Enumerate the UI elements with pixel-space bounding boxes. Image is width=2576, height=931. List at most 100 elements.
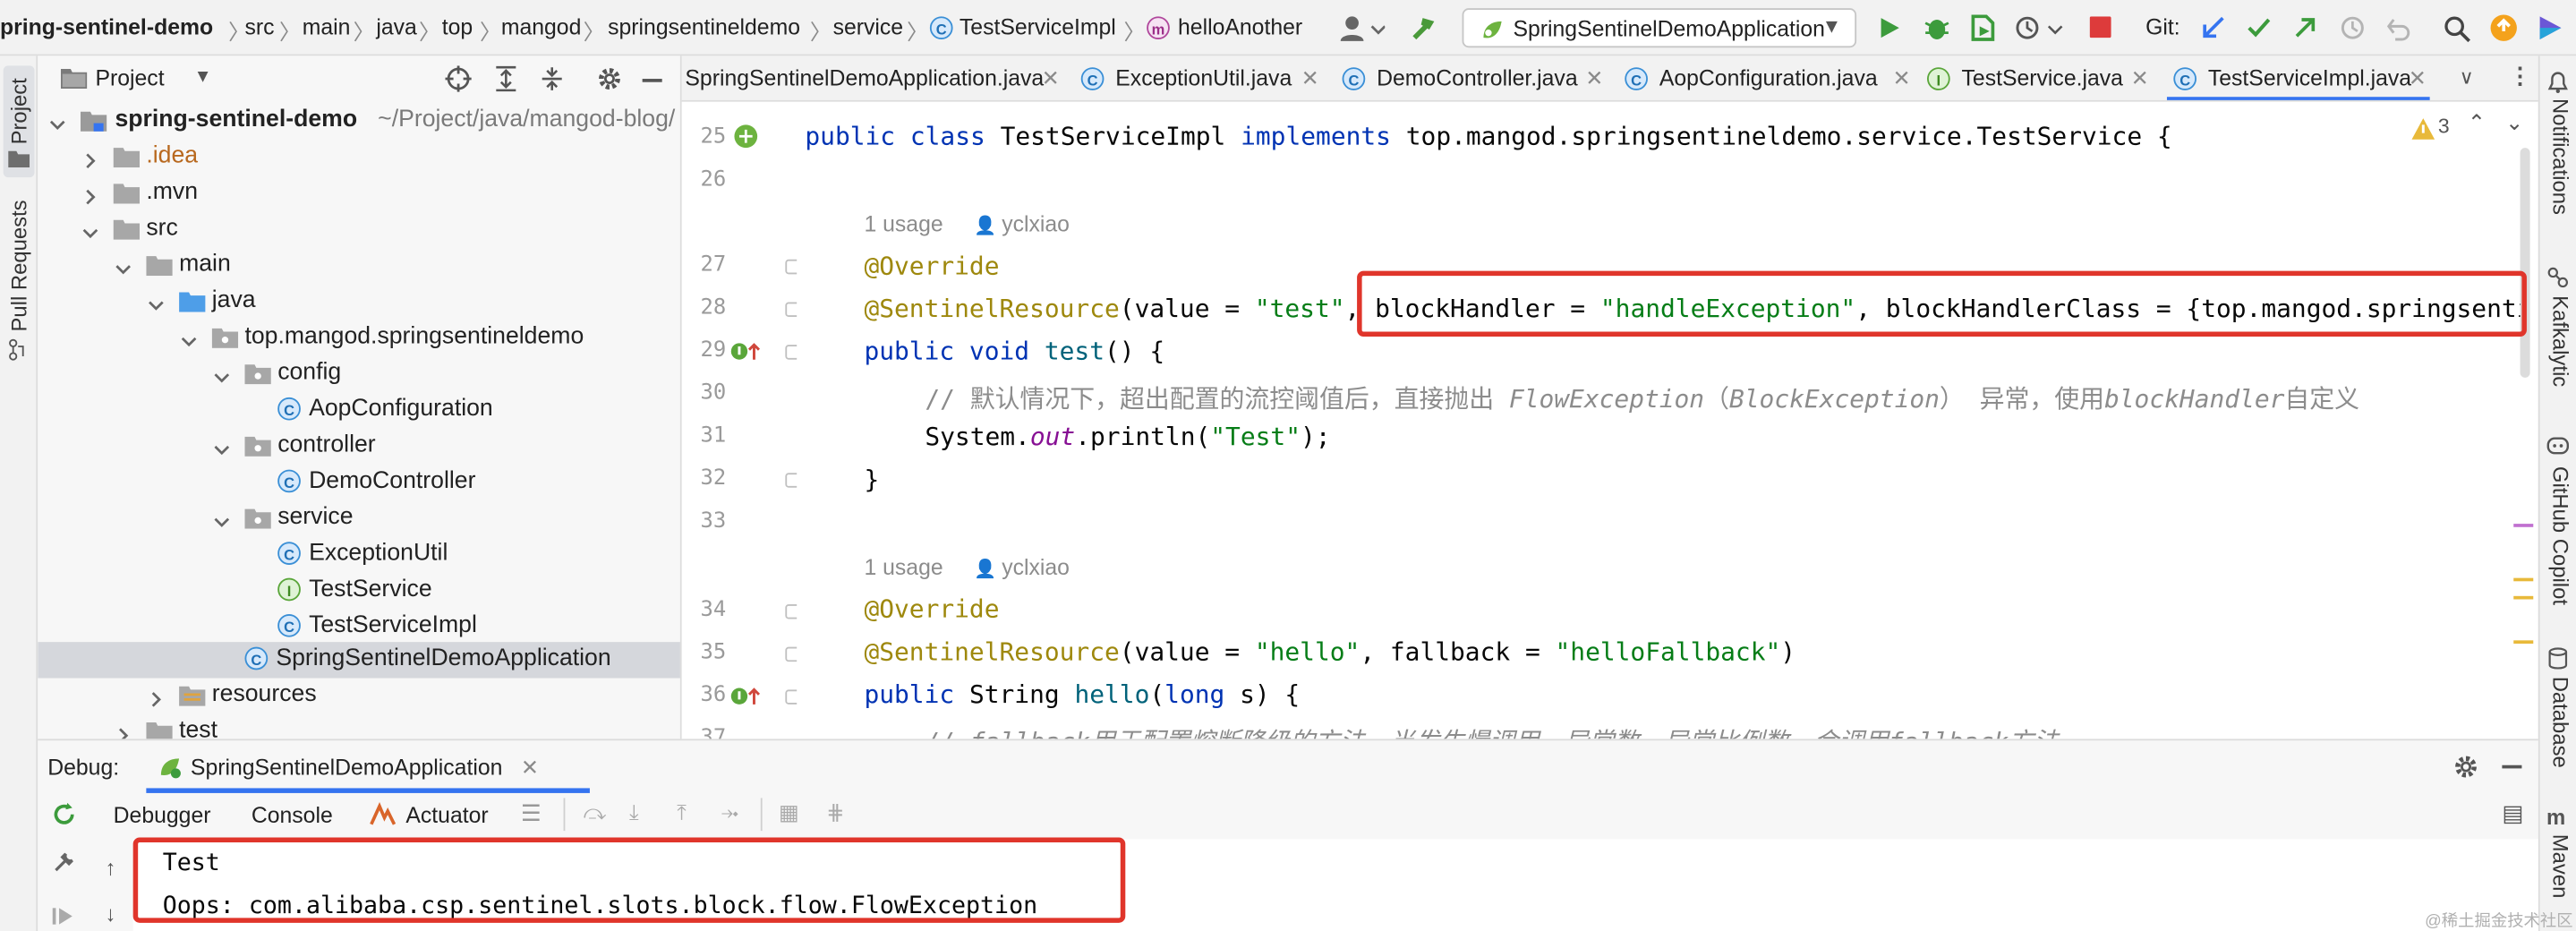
vertical-scrollbar[interactable] [2520, 148, 2530, 378]
tree-item-test[interactable]: test [38, 714, 680, 739]
warning-icon[interactable] [2411, 118, 2435, 140]
tree-item-exceptionutil[interactable]: C ExceptionUtil [38, 537, 680, 573]
code-editor[interactable]: public class TestServiceImpl implements … [797, 101, 2538, 739]
collapse-all-icon[interactable] [539, 65, 565, 91]
kafka-icon[interactable] [2546, 266, 2570, 289]
tree-item-main[interactable]: main [38, 248, 680, 284]
wrench-icon[interactable] [51, 849, 77, 875]
warning-stripe-marker[interactable] [2513, 640, 2534, 645]
more-options-icon[interactable]: ⋮ [2509, 63, 2532, 90]
gear-icon[interactable] [596, 65, 622, 91]
tree-item-democontroller[interactable]: C DemoController [38, 465, 680, 500]
ai-assistant-icon[interactable] [2535, 13, 2564, 43]
warning-stripe-marker[interactable] [2513, 595, 2534, 600]
tree-item-idea[interactable]: .idea [38, 140, 680, 175]
breadcrumb-java[interactable]: java [376, 15, 416, 40]
rollback-icon[interactable] [2385, 15, 2411, 41]
tree-item-mvn[interactable]: .mvn [38, 175, 680, 211]
breadcrumb-mangod[interactable]: mangod [501, 15, 582, 40]
close-icon[interactable]: ✕ [1585, 65, 1603, 91]
tree-item-springsentineldemoapplication[interactable]: C SpringSentinelDemoApplication [38, 642, 680, 679]
author-hint[interactable]: 👤 yclxiao [974, 212, 1070, 237]
database-tool-label[interactable]: Database [2548, 677, 2573, 768]
project-tool-label[interactable]: Project [6, 78, 31, 144]
scroll-down-icon[interactable]: ↓ [105, 901, 115, 927]
tree-item-aopconfiguration[interactable]: C AopConfiguration [38, 392, 680, 428]
run-to-cursor-icon[interactable]: ⤞ [721, 799, 738, 825]
chevron-down-icon[interactable] [49, 114, 65, 131]
tree-item-config[interactable]: config [38, 356, 680, 392]
breadcrumb-method[interactable]: helloAnother [1178, 15, 1302, 40]
tab-console[interactable]: Console [252, 803, 333, 828]
expand-all-icon[interactable] [493, 65, 519, 92]
rerun-icon[interactable] [51, 801, 77, 827]
history-icon[interactable] [2340, 15, 2366, 41]
step-over-icon[interactable]: ⤼ [584, 799, 607, 825]
warning-stripe-marker[interactable] [2513, 577, 2534, 582]
minimize-icon[interactable] [2502, 764, 2522, 768]
tab-democontroller[interactable]: C DemoController.java ✕ [1342, 56, 1608, 100]
breadcrumb-service[interactable]: service [833, 15, 903, 40]
tab-aopconfiguration[interactable]: C AopConfiguration.java ✕ [1625, 56, 1917, 100]
notifications-tool-label[interactable]: Notifications [2548, 98, 2573, 215]
tab-springsentineldemoapplication[interactable]: SpringSentinelDemoApplication.java ✕ [685, 56, 1066, 100]
tab-debugger[interactable]: Debugger [114, 803, 211, 828]
chevron-right-icon[interactable] [82, 149, 98, 169]
tree-item-project-root[interactable]: spring-sentinel-demo ~/Project/java/mang… [38, 104, 680, 140]
database-icon[interactable] [2546, 647, 2570, 670]
project-panel-title[interactable]: Project [95, 65, 164, 90]
debug-session-tab[interactable]: SpringSentinelDemoApplication ✕ [146, 740, 590, 793]
tree-item-testserviceimpl[interactable]: C TestServiceImpl [38, 609, 680, 645]
github-copilot-tool-label[interactable]: GitHub Copilot [2548, 466, 2573, 605]
resume-icon[interactable] [51, 905, 77, 928]
breadcrumb-src[interactable]: src [244, 15, 274, 40]
step-into-icon[interactable]: ⤓ [629, 799, 639, 825]
author-hint[interactable]: 👤 yclxiao [974, 555, 1070, 580]
close-icon[interactable]: ✕ [2409, 65, 2427, 91]
chevron-down-icon[interactable] [115, 258, 131, 275]
git-push-icon[interactable] [2291, 15, 2317, 41]
spring-bean-icon[interactable] [731, 122, 761, 151]
tree-item-src[interactable]: src [38, 212, 680, 248]
chevron-down-icon[interactable] [181, 330, 197, 347]
user-icon[interactable] [1339, 13, 1386, 43]
chevron-right-icon[interactable] [148, 688, 164, 707]
search-icon[interactable] [2443, 15, 2470, 43]
breadcrumb-class[interactable]: TestServiceImpl [960, 15, 1116, 40]
breadcrumb-project[interactable]: pring-sentinel-demo [0, 15, 213, 40]
implements-marker-icon[interactable] [729, 685, 763, 708]
maven-tool-label[interactable]: Maven [2548, 834, 2573, 899]
locate-target-icon[interactable] [445, 65, 472, 92]
breadcrumb-top[interactable]: top [442, 15, 473, 40]
copilot-icon[interactable] [2546, 433, 2570, 457]
chevron-right-icon[interactable] [115, 724, 131, 739]
close-icon[interactable]: ✕ [1892, 65, 1910, 91]
layout-settings-icon[interactable]: ▤ [2502, 799, 2523, 827]
tree-item-testservice[interactable]: I TestService [38, 573, 680, 609]
stop-icon[interactable] [2089, 16, 2113, 39]
pull-requests-tool-label[interactable]: Pull Requests [6, 200, 31, 331]
usage-hint[interactable]: 1 usage [864, 212, 943, 237]
kafkalytic-tool-label[interactable]: Kafkalytic [2548, 295, 2573, 387]
tree-item-java[interactable]: java [38, 284, 680, 320]
previous-highlight-icon[interactable]: ⌃ [2468, 110, 2486, 136]
implements-marker-icon[interactable] [729, 340, 763, 363]
maven-icon[interactable]: m [2546, 805, 2565, 830]
tab-testserviceimpl[interactable]: C TestServiceImpl.java ✕ [2166, 56, 2430, 100]
usage-hint[interactable]: 1 usage [864, 555, 943, 580]
close-icon[interactable]: ✕ [1301, 65, 1319, 91]
tab-testservice[interactable]: I TestService.java ✕ [1926, 56, 2154, 100]
tree-item-package-root[interactable]: top.mangod.springsentineldemo [38, 320, 680, 356]
gear-icon[interactable] [2452, 754, 2478, 780]
chevron-down-icon[interactable]: ▼ [194, 67, 212, 87]
chevron-down-icon[interactable] [148, 294, 164, 311]
run-configuration-select[interactable]: SpringSentinelDemoApplication ▼ [1462, 8, 1857, 48]
tab-exceptionutil[interactable]: C ExceptionUtil.java ✕ [1080, 56, 1325, 100]
trace-icon[interactable]: ⋕ [826, 799, 844, 825]
run-icon[interactable] [1876, 15, 1902, 41]
chevron-right-icon[interactable] [82, 185, 98, 205]
scroll-up-icon[interactable]: ↑ [105, 856, 115, 881]
tree-item-resources[interactable]: resources [38, 679, 680, 714]
step-out-icon[interactable]: ⤒ [677, 799, 687, 825]
chevron-down-icon[interactable] [214, 510, 230, 527]
